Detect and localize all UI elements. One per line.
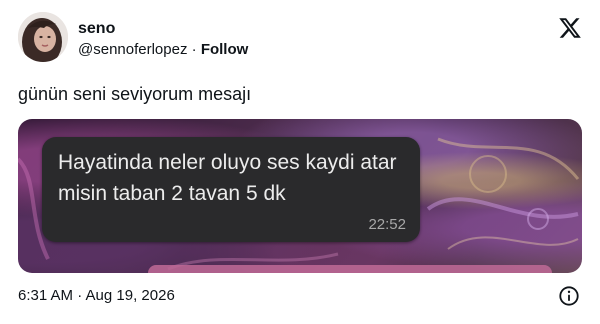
message-bubble: Hayatinda neler oluyo ses kaydi atar mis… xyxy=(42,137,420,242)
user-handle[interactable]: @sennoferlopez xyxy=(78,41,187,58)
avatar[interactable] xyxy=(18,12,68,62)
tweet-timestamp[interactable]: 6:31 AM · Aug 19, 2026 xyxy=(18,286,175,306)
display-name[interactable]: seno xyxy=(78,19,248,39)
user-info: seno @sennoferlopez · Follow xyxy=(78,19,248,60)
handle-separator: · xyxy=(187,41,201,58)
avatar-image xyxy=(18,12,68,62)
info-icon[interactable] xyxy=(558,285,580,307)
follow-button[interactable]: Follow xyxy=(201,41,249,58)
tweet-text: günün seni seviyorum mesajı xyxy=(18,84,252,104)
media-bottom-edge xyxy=(148,265,552,273)
x-logo-icon[interactable] xyxy=(558,16,582,40)
tweet-media-image[interactable]: Hayatinda neler oluyo ses kaydi atar mis… xyxy=(18,119,582,273)
message-time: 22:52 xyxy=(368,216,406,233)
message-text: Hayatinda neler oluyo ses kaydi atar mis… xyxy=(58,151,397,205)
handle-line: @sennoferlopez · Follow xyxy=(78,40,248,60)
tweet-header: seno @sennoferlopez · Follow xyxy=(18,12,582,64)
